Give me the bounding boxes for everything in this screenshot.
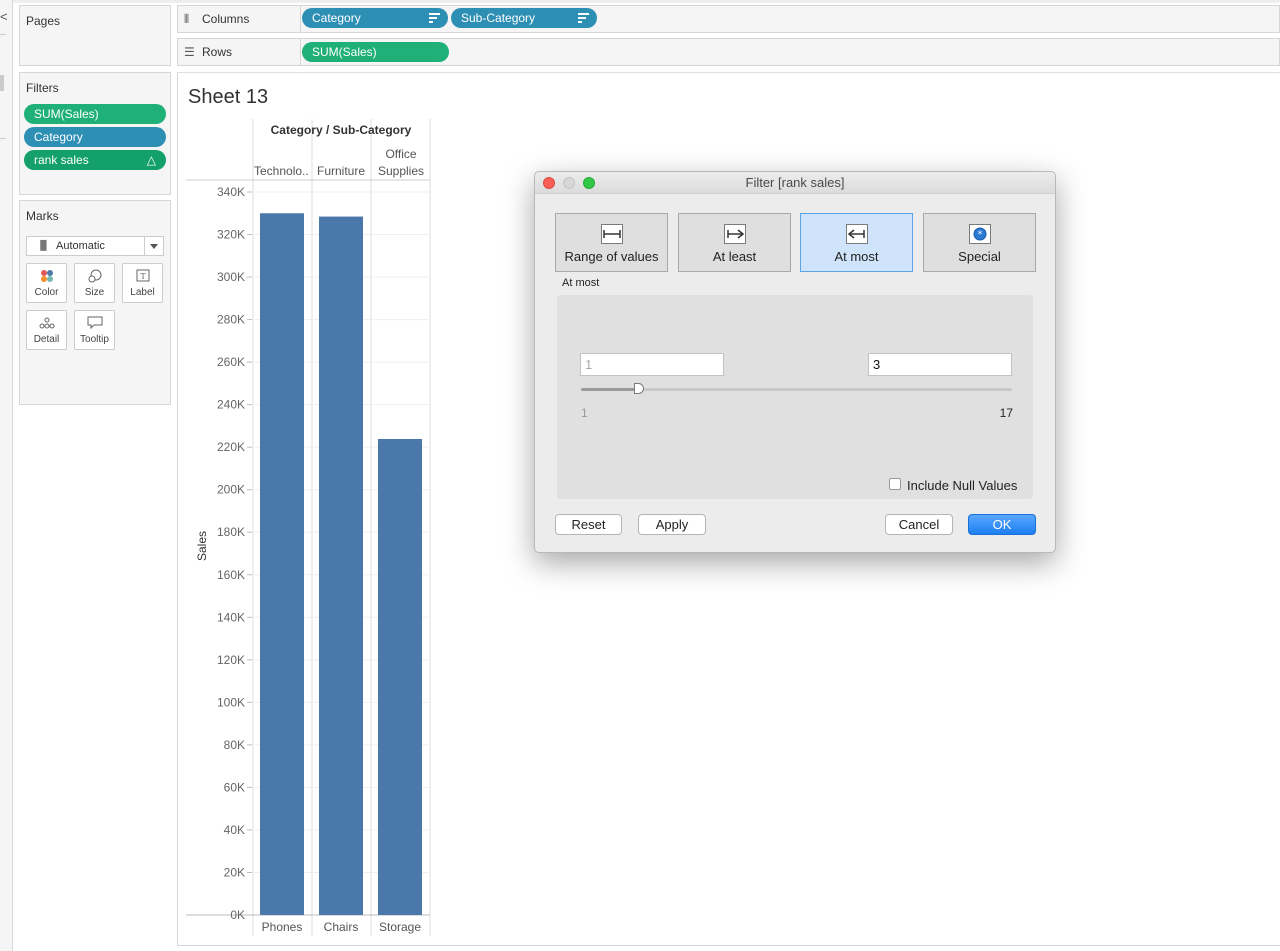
max-value-field[interactable]: 3 [868,353,1012,376]
tab-range-of-values[interactable]: Range of values [555,213,668,272]
tab-at-most[interactable]: At most [800,213,913,272]
tab-label: Range of values [564,249,659,264]
range-of-values-icon [601,224,623,244]
y-tick-label: 220K [217,440,245,454]
category-label: Office [385,147,416,161]
dialog-titlebar: Filter [rank sales] [535,172,1055,194]
y-tick-label: 260K [217,355,245,369]
y-tick-label: 80K [224,738,245,752]
range-min-label: 1 [581,406,588,420]
category-label: Furniture [317,164,365,178]
y-tick-label: 280K [217,313,245,327]
dialog-title: Filter [rank sales] [745,175,845,190]
include-null-label: Include Null Values [907,478,1018,493]
tab-special[interactable]: * Special [923,213,1036,272]
at-most-pane: 1 3 1 17 Include Null Values [557,295,1033,499]
at-most-icon [846,224,868,244]
tab-label: Special [958,249,1001,264]
slider-fill [581,388,635,391]
tab-label: At least [712,249,757,264]
y-tick-label: 100K [217,695,245,709]
at-least-icon [724,224,746,244]
tab-label: At most [834,249,879,264]
section-label: At most [562,277,600,289]
y-tick-label: 140K [217,610,245,624]
min-value-field: 1 [580,353,724,376]
slider-handle[interactable] [633,383,644,394]
reset-button[interactable]: Reset [555,514,622,535]
y-tick-label: 40K [224,823,245,837]
y-tick-label: 200K [217,483,245,497]
slider-track[interactable] [581,388,1012,391]
x-tick-label: Storage [379,920,421,934]
bar-chairs [319,216,363,915]
bar-phones [260,213,304,915]
y-tick-label: 180K [217,525,245,539]
category-label: Technolo.. [254,164,309,178]
special-icon: * [969,224,991,244]
y-tick-label: 20K [224,865,245,879]
filter-dialog: Filter [rank sales] Range of values At l… [534,171,1056,553]
y-tick-label: 0K [230,908,245,922]
tab-at-least[interactable]: At least [678,213,791,272]
category-label: Supplies [378,164,424,178]
include-null-checkbox[interactable] [889,478,901,490]
ok-button[interactable]: OK [968,514,1036,535]
apply-button[interactable]: Apply [638,514,706,535]
x-tick-label: Phones [262,920,303,934]
y-tick-label: 60K [224,780,245,794]
y-tick-label: 320K [217,228,245,242]
svg-text:*: * [978,230,983,240]
y-tick-label: 300K [217,270,245,284]
y-tick-label: 120K [217,653,245,667]
y-tick-label: 160K [217,568,245,582]
x-tick-label: Chairs [324,920,359,934]
y-tick-label: 240K [217,398,245,412]
y-tick-label: 340K [217,185,245,199]
cancel-button[interactable]: Cancel [885,514,953,535]
range-max-label: 17 [999,406,1013,420]
bar-storage [378,439,422,915]
header-title: Category / Sub-Category [271,123,412,137]
y-axis-title: Sales [195,531,209,561]
